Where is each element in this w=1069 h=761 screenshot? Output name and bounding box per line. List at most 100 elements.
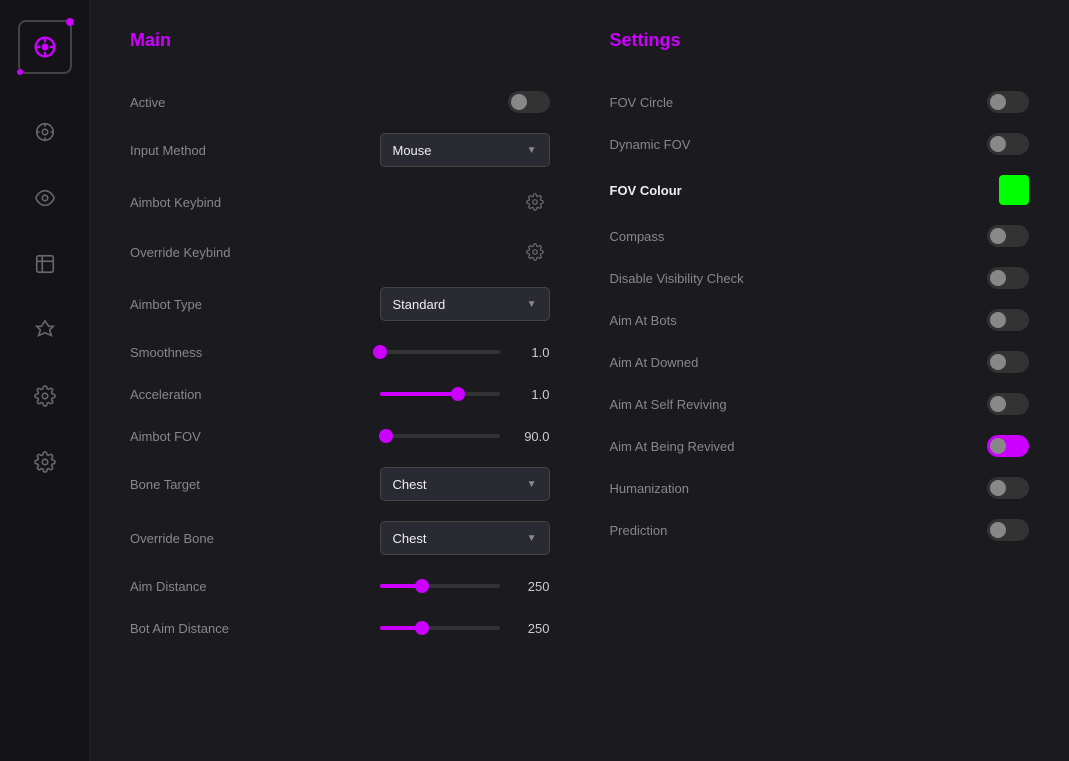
bone-target-row: Bone Target Chest ▼ [130, 457, 550, 511]
aimbot-type-dropdown[interactable]: Standard ▼ [380, 287, 550, 321]
aim-at-being-revived-row: Aim At Being Revived [610, 425, 1030, 467]
acceleration-value: 1.0 [512, 387, 550, 402]
input-method-value: Mouse [393, 143, 432, 158]
acceleration-slider-container: 1.0 [380, 387, 550, 402]
fov-circle-toggle[interactable] [987, 91, 1029, 113]
acceleration-row: Acceleration 1.0 [130, 373, 550, 415]
humanization-toggle[interactable] [987, 477, 1029, 499]
override-bone-row: Override Bone Chest ▼ [130, 511, 550, 565]
compass-toggle[interactable] [987, 225, 1029, 247]
aim-distance-slider[interactable] [380, 584, 500, 588]
sidebar-item-items[interactable] [27, 246, 63, 282]
settings-panel-title: Settings [610, 30, 1030, 51]
bone-target-arrow-icon: ▼ [527, 479, 537, 490]
bot-aim-distance-thumb[interactable] [415, 621, 429, 635]
sidebar-item-esp[interactable] [27, 180, 63, 216]
acceleration-label: Acceleration [130, 387, 202, 402]
override-keybind-gear-button[interactable] [520, 237, 550, 267]
aimbot-keybind-label: Aimbot Keybind [130, 195, 221, 210]
aim-at-being-revived-toggle[interactable] [987, 435, 1029, 457]
override-bone-dropdown[interactable]: Chest ▼ [380, 521, 550, 555]
humanization-label: Humanization [610, 481, 690, 496]
override-keybind-label: Override Keybind [130, 245, 230, 260]
aim-at-self-reviving-toggle[interactable] [987, 393, 1029, 415]
aimbot-fov-slider-container: 90.0 [380, 429, 550, 444]
bone-target-value: Chest [393, 477, 427, 492]
sidebar-item-config[interactable] [27, 444, 63, 480]
disable-visibility-check-label: Disable Visibility Check [610, 271, 744, 286]
bone-target-label: Bone Target [130, 477, 200, 492]
aim-at-bots-toggle[interactable] [987, 309, 1029, 331]
aimbot-fov-label: Aimbot FOV [130, 429, 201, 444]
active-label: Active [130, 95, 165, 110]
aimbot-keybind-gear-button[interactable] [520, 187, 550, 217]
acceleration-slider[interactable] [380, 392, 500, 396]
humanization-row: Humanization [610, 467, 1030, 509]
bot-aim-distance-value: 250 [512, 621, 550, 636]
smoothness-row: Smoothness 1.0 [130, 331, 550, 373]
aim-at-downed-row: Aim At Downed [610, 341, 1030, 383]
compass-row: Compass [610, 215, 1030, 257]
dynamic-fov-row: Dynamic FOV [610, 123, 1030, 165]
smoothness-thumb[interactable] [373, 345, 387, 359]
input-method-label: Input Method [130, 143, 206, 158]
prediction-label: Prediction [610, 523, 668, 538]
aim-at-bots-row: Aim At Bots [610, 299, 1030, 341]
disable-visibility-check-row: Disable Visibility Check [610, 257, 1030, 299]
aim-distance-thumb[interactable] [415, 579, 429, 593]
acceleration-fill [380, 392, 458, 396]
aimbot-type-row: Aimbot Type Standard ▼ [130, 277, 550, 331]
aim-at-being-revived-label: Aim At Being Revived [610, 439, 735, 454]
fov-colour-label: FOV Colour [610, 183, 682, 198]
main-panel: Main Active Input Method Mouse ▼ Aimbot … [130, 30, 550, 731]
aimbot-fov-slider[interactable] [380, 434, 500, 438]
aimbot-fov-thumb[interactable] [379, 429, 393, 443]
disable-visibility-check-toggle[interactable] [987, 267, 1029, 289]
active-toggle[interactable] [508, 91, 550, 113]
aimbot-type-arrow-icon: ▼ [527, 299, 537, 310]
sidebar-item-aimbot[interactable] [27, 114, 63, 150]
aim-at-downed-label: Aim At Downed [610, 355, 699, 370]
smoothness-value: 1.0 [512, 345, 550, 360]
aim-at-self-reviving-label: Aim At Self Reviving [610, 397, 727, 412]
app-logo[interactable] [18, 20, 72, 74]
override-bone-arrow-icon: ▼ [527, 533, 537, 544]
aimbot-fov-value: 90.0 [512, 429, 550, 444]
fov-colour-swatch[interactable] [999, 175, 1029, 205]
smoothness-label: Smoothness [130, 345, 202, 360]
bone-target-dropdown[interactable]: Chest ▼ [380, 467, 550, 501]
bot-aim-distance-slider-container: 250 [380, 621, 550, 636]
content-area: Main Active Input Method Mouse ▼ Aimbot … [90, 0, 1069, 761]
fov-circle-row: FOV Circle [610, 81, 1030, 123]
settings-panel: Settings FOV Circle Dynamic FOV FOV Colo… [610, 30, 1030, 731]
input-method-dropdown[interactable]: Mouse ▼ [380, 133, 550, 167]
smoothness-slider-container: 1.0 [380, 345, 550, 360]
aim-distance-value: 250 [512, 579, 550, 594]
main-panel-title: Main [130, 30, 550, 51]
logo-dot-top [66, 18, 74, 26]
acceleration-thumb[interactable] [451, 387, 465, 401]
dynamic-fov-toggle[interactable] [987, 133, 1029, 155]
aimbot-type-label: Aimbot Type [130, 297, 202, 312]
bot-aim-distance-row: Bot Aim Distance 250 [130, 607, 550, 649]
sidebar-item-settings[interactable] [27, 378, 63, 414]
aim-at-bots-label: Aim At Bots [610, 313, 677, 328]
fov-circle-label: FOV Circle [610, 95, 674, 110]
crosshair-logo-icon [31, 33, 59, 61]
smoothness-slider[interactable] [380, 350, 500, 354]
aim-at-downed-toggle[interactable] [987, 351, 1029, 373]
aimbot-fov-row: Aimbot FOV 90.0 [130, 415, 550, 457]
active-row: Active [130, 81, 550, 123]
logo-dot-bottom [17, 69, 23, 75]
aim-at-self-reviving-row: Aim At Self Reviving [610, 383, 1030, 425]
override-bone-value: Chest [393, 531, 427, 546]
aimbot-type-value: Standard [393, 297, 446, 312]
sidebar-item-misc[interactable] [27, 312, 63, 348]
input-method-row: Input Method Mouse ▼ [130, 123, 550, 177]
fov-colour-row: FOV Colour [610, 165, 1030, 215]
aim-distance-row: Aim Distance 250 [130, 565, 550, 607]
bot-aim-distance-slider[interactable] [380, 626, 500, 630]
prediction-toggle[interactable] [987, 519, 1029, 541]
sidebar [0, 0, 90, 761]
dynamic-fov-label: Dynamic FOV [610, 137, 691, 152]
